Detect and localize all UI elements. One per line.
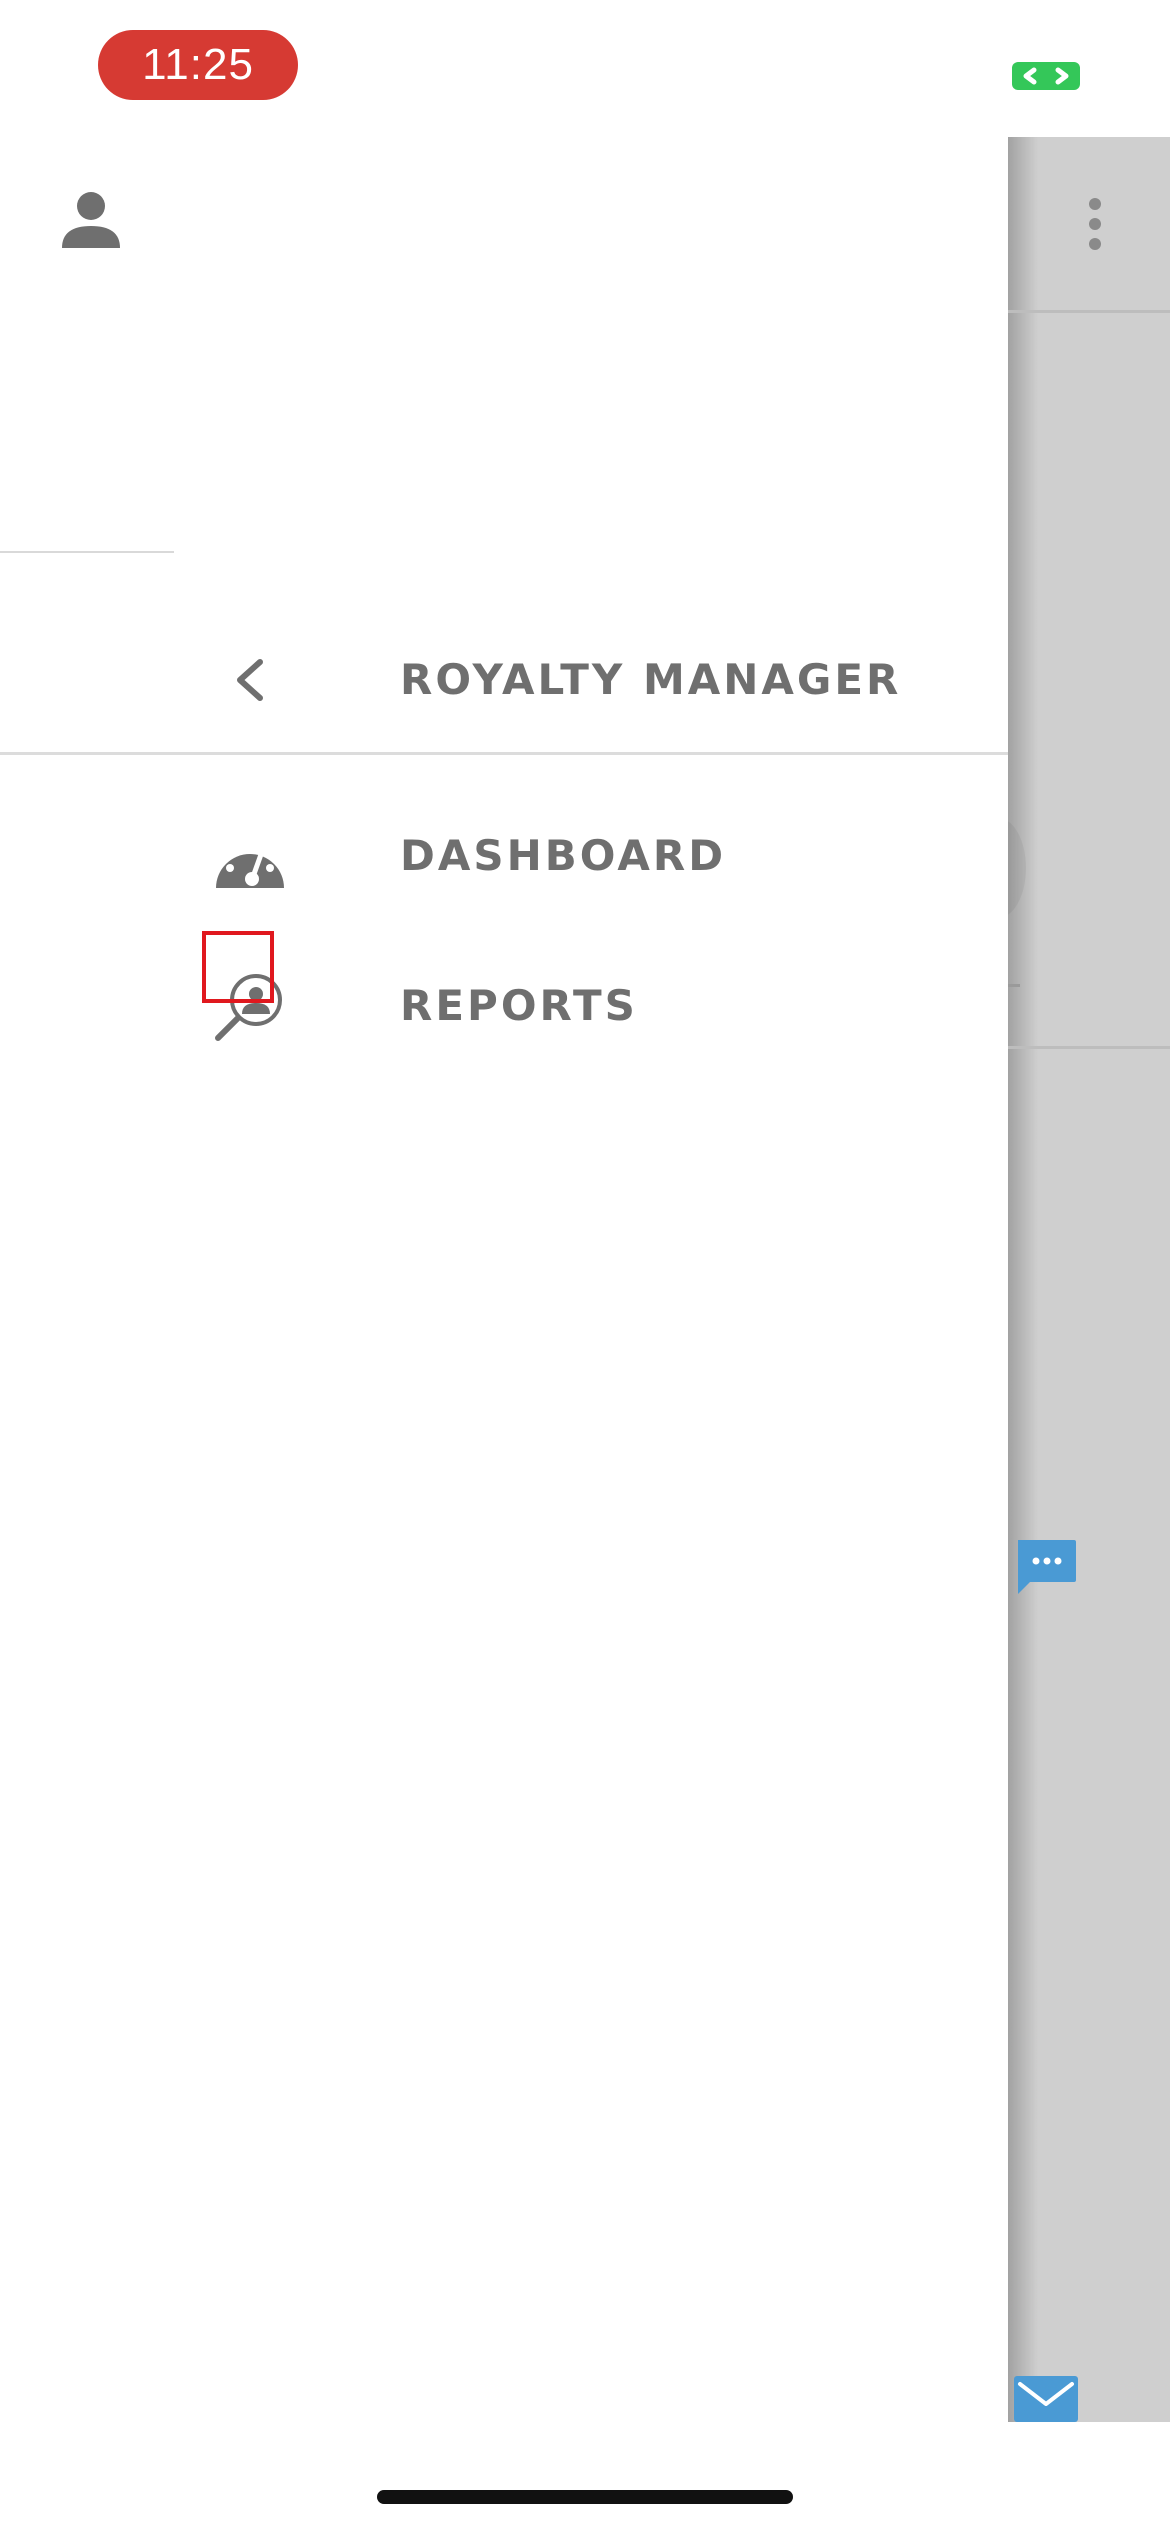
chevron-left-icon[interactable] bbox=[232, 658, 268, 702]
speedometer-icon bbox=[216, 839, 284, 888]
more-vertical-icon[interactable] bbox=[1084, 196, 1106, 252]
status-time: 11:25 bbox=[98, 30, 298, 100]
profile-divider bbox=[0, 551, 174, 553]
screen: 11:25 ROYALTY MANAGER DASHBOARD REPORTS bbox=[0, 0, 1170, 2532]
menu-item-label: REPORTS bbox=[400, 981, 638, 1030]
background-header-divider bbox=[1008, 310, 1170, 313]
section-divider bbox=[0, 752, 1008, 755]
drawer-shadow bbox=[1008, 137, 1038, 2422]
sync-icon bbox=[1012, 62, 1080, 90]
mail-icon[interactable] bbox=[1014, 2376, 1078, 2422]
menu-item-label: DASHBOARD bbox=[400, 831, 727, 880]
menu-item-dashboard[interactable]: DASHBOARD bbox=[0, 792, 1008, 922]
home-indicator[interactable] bbox=[377, 2490, 793, 2504]
navigation-drawer bbox=[0, 137, 1008, 2422]
royalty-manager-header[interactable]: ROYALTY MANAGER bbox=[0, 610, 1008, 750]
menu-item-reports[interactable]: REPORTS bbox=[0, 922, 1008, 1052]
person-icon[interactable] bbox=[60, 190, 122, 250]
background-divider bbox=[1008, 1046, 1170, 1049]
search-user-icon bbox=[215, 974, 282, 1041]
section-title: ROYALTY MANAGER bbox=[400, 655, 902, 704]
chat-icon[interactable] bbox=[1014, 1536, 1078, 1600]
background-dash bbox=[1008, 984, 1020, 987]
